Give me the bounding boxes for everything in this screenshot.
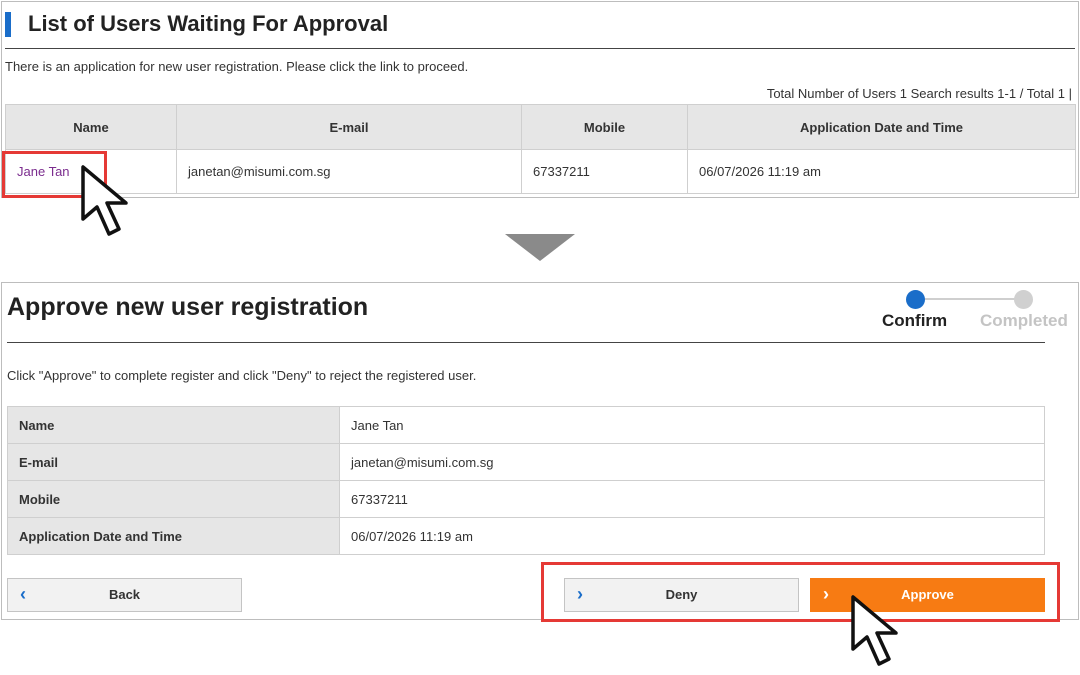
approve-title: Approve new user registration — [7, 293, 369, 321]
table-header-row: Name E-mail Mobile Application Date and … — [5, 104, 1076, 150]
email-cell: janetan@misumi.com.sg — [176, 149, 522, 194]
approve-button-label: Approve — [901, 587, 954, 602]
approve-instruction-text: Click "Approve" to complete register and… — [7, 368, 477, 383]
detail-row-mobile: Mobile 67337211 — [7, 480, 1045, 518]
step-dot-completed — [1014, 290, 1033, 309]
step-label-confirm: Confirm — [882, 311, 948, 330]
pending-users-panel: List of Users Waiting For Approval There… — [1, 1, 1079, 198]
back-button[interactable]: ‹ Back — [7, 578, 242, 612]
step-dot-confirm — [906, 290, 925, 309]
approve-registration-panel: Approve new user registration Confirm Co… — [1, 282, 1079, 620]
column-header-date: Application Date and Time — [687, 104, 1076, 150]
title-divider — [5, 48, 1075, 49]
detail-row-email: E-mail janetan@misumi.com.sg — [7, 443, 1045, 481]
detail-label: E-mail — [7, 443, 340, 481]
instruction-text: There is an application for new user reg… — [5, 59, 469, 74]
column-header-email: E-mail — [176, 104, 522, 150]
chevron-left-icon: ‹ — [20, 584, 26, 604]
stepper-line — [916, 298, 1024, 300]
detail-value: 06/07/2026 11:19 am — [339, 517, 1045, 555]
chevron-right-icon: › — [577, 584, 583, 604]
user-name-link[interactable]: Jane Tan — [17, 164, 70, 179]
title-accent-bar — [5, 12, 11, 37]
detail-row-date: Application Date and Time 06/07/2026 11:… — [7, 517, 1045, 555]
step-label-completed: Completed — [980, 311, 1068, 330]
title-divider — [7, 342, 1045, 343]
mobile-cell: 67337211 — [521, 149, 688, 194]
detail-value: Jane Tan — [339, 406, 1045, 444]
date-cell: 06/07/2026 11:19 am — [687, 149, 1076, 194]
detail-label: Name — [7, 406, 340, 444]
search-summary: Total Number of Users 1 Search results 1… — [766, 86, 1072, 101]
detail-value: janetan@misumi.com.sg — [339, 443, 1045, 481]
table-row: Jane Tan janetan@misumi.com.sg 67337211 … — [5, 149, 1076, 194]
approve-button[interactable]: › Approve — [810, 578, 1045, 612]
down-arrow-icon — [505, 234, 575, 261]
detail-label: Mobile — [7, 480, 340, 518]
column-header-name: Name — [5, 104, 177, 150]
deny-button-label: Deny — [665, 587, 698, 602]
back-button-label: Back — [108, 587, 141, 602]
page-title: List of Users Waiting For Approval — [28, 11, 389, 36]
name-cell: Jane Tan — [5, 149, 177, 194]
pending-users-table: Name E-mail Mobile Application Date and … — [5, 104, 1076, 194]
detail-label: Application Date and Time — [7, 517, 340, 555]
chevron-right-icon: › — [823, 584, 829, 604]
deny-button[interactable]: › Deny — [564, 578, 799, 612]
progress-stepper: Confirm Completed — [880, 287, 1076, 337]
detail-value: 67337211 — [339, 480, 1045, 518]
column-header-mobile: Mobile — [521, 104, 688, 150]
user-details-table: Name Jane Tan E-mail janetan@misumi.com.… — [7, 406, 1045, 555]
detail-row-name: Name Jane Tan — [7, 406, 1045, 444]
